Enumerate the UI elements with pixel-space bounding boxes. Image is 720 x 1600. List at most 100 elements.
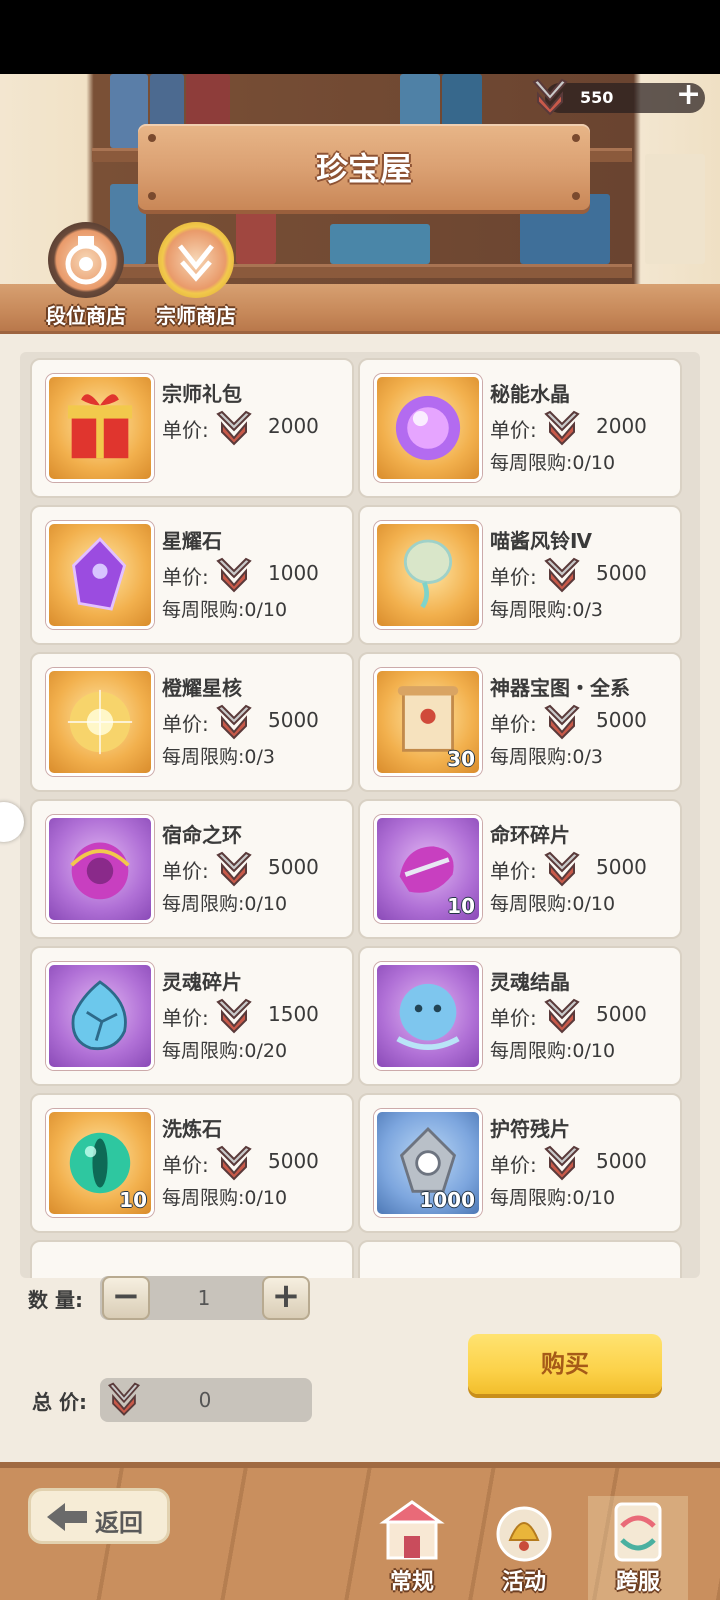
crossed-swords-badge-icon	[542, 851, 582, 887]
crossed-swords-badge-icon	[542, 704, 582, 740]
page-title: 珍宝屋	[315, 150, 412, 188]
nail	[572, 192, 580, 200]
item-price-label: 单价:	[490, 1153, 537, 1177]
item-weekly-limit: 每周限购:0/10	[162, 893, 288, 915]
shop-item-card[interactable]: 灵魂碎片 单价: 1500 每周限购:0/20	[30, 946, 354, 1086]
item-quantity-badge: 30	[447, 747, 475, 771]
item-price-label: 单价:	[490, 712, 537, 736]
item-name: 洗炼石	[162, 1117, 222, 1141]
shop-item-card[interactable]: 30 神器宝图・全系 单价: 5000 每周限购:0/3	[358, 652, 682, 792]
nav-tab-cross-server[interactable]: 跨服	[588, 1496, 688, 1600]
shop-item-card[interactable]: 星耀石 单价: 1000 每周限购:0/10	[30, 505, 354, 645]
item-quantity-badge: 1000	[419, 1188, 475, 1212]
back-arrow-icon	[47, 1503, 87, 1531]
crossed-swords-badge-icon	[214, 1145, 254, 1181]
nail	[572, 134, 580, 142]
shop-item-card[interactable]: 喵酱风铃Ⅳ 单价: 5000 每周限购:0/3	[358, 505, 682, 645]
quantity-value[interactable]: 1	[150, 1286, 258, 1310]
shop-item-card[interactable]: 1000 护符残片 单价: 5000 每周限购:0/10	[358, 1093, 682, 1233]
item-name: 神器宝图・全系	[490, 676, 630, 700]
item-price: 5000	[596, 1002, 647, 1026]
amulet-shard-icon: 1000	[374, 1109, 482, 1217]
crossed-swords-badge-icon	[214, 410, 254, 446]
cross-server-icon	[614, 1502, 662, 1562]
shop-item-card[interactable]: 10 洗炼石 单价: 5000 每周限购:0/10	[30, 1093, 354, 1233]
item-price: 5000	[268, 708, 319, 732]
item-name: 橙耀星核	[162, 676, 242, 700]
item-weekly-limit: 每周限购:0/10	[490, 452, 616, 474]
tab-label: 段位商店	[46, 304, 126, 328]
scroll-map-icon: 30	[374, 668, 482, 776]
master-badge-icon	[158, 222, 234, 298]
item-price: 2000	[268, 414, 319, 438]
nail	[148, 192, 156, 200]
item-weekly-limit: 每周限购:0/3	[162, 746, 275, 768]
item-list[interactable]: 宗师礼包 单价: 2000 秘能水晶 单价: 2000 每周限购:0/10 星耀石 单价: 100…	[20, 352, 700, 1278]
shop-item-card[interactable]: 宗师礼包 单价: 2000	[30, 358, 354, 498]
purple-crystal-icon	[46, 521, 154, 629]
item-price-label: 单价:	[162, 859, 209, 883]
total-price-value: 0	[198, 1388, 212, 1412]
decrease-quantity-button[interactable]: −	[102, 1276, 150, 1320]
wind-chime-icon	[374, 521, 482, 629]
ring-fragment-icon: 10	[374, 815, 482, 923]
item-name: 宿命之环	[162, 823, 242, 847]
item-name: 秘能水晶	[490, 382, 570, 406]
tab-label: 宗师商店	[156, 304, 236, 328]
nav-tab-regular[interactable]: 常规	[362, 1496, 462, 1600]
status-bar	[0, 0, 720, 74]
item-weekly-limit: 每周限购:0/10	[490, 1187, 616, 1209]
item-price-label: 单价:	[490, 565, 537, 589]
quantity-label: 数 量:	[28, 1288, 83, 1312]
item-price-label: 单价:	[162, 712, 209, 736]
shop-item-card[interactable]: 秘能水晶 单价: 2000 每周限购:0/10	[358, 358, 682, 498]
item-price-label: 单价:	[162, 1006, 209, 1030]
crossed-swords-badge-icon	[107, 1382, 141, 1416]
item-price: 5000	[268, 1149, 319, 1173]
item-price: 5000	[596, 561, 647, 585]
soul-crystal-icon	[374, 962, 482, 1070]
item-quantity-badge: 10	[447, 894, 475, 918]
item-name: 宗师礼包	[162, 382, 242, 406]
shop-item-card[interactable]: 10 命环碎片 单价: 5000 每周限购:0/10	[358, 799, 682, 939]
total-price-label: 总 价:	[32, 1390, 87, 1414]
item-price-label: 单价:	[490, 1006, 537, 1030]
shop-item-card[interactable]	[358, 1240, 682, 1278]
item-weekly-limit: 每周限购:0/3	[490, 599, 603, 621]
crossed-swords-badge-icon	[542, 557, 582, 593]
item-name: 命环碎片	[490, 823, 570, 847]
shop-item-card[interactable]: 灵魂结晶 单价: 5000 每周限购:0/10	[358, 946, 682, 1086]
add-currency-button[interactable]: +	[676, 80, 701, 110]
crossed-swords-badge-icon	[532, 78, 568, 116]
item-price: 5000	[596, 855, 647, 879]
crossed-swords-badge-icon	[542, 1145, 582, 1181]
item-weekly-limit: 每周限购:0/20	[162, 1040, 288, 1062]
nav-label: 常规	[389, 1570, 434, 1595]
back-label: 返回	[95, 1509, 143, 1537]
item-weekly-limit: 每周限购:0/10	[162, 599, 288, 621]
item-name: 灵魂碎片	[162, 970, 242, 994]
nav-tab-event[interactable]: 活动	[474, 1496, 574, 1600]
item-price: 5000	[268, 855, 319, 879]
tab-master-shop[interactable]: 宗师商店	[146, 222, 246, 328]
increase-quantity-button[interactable]: +	[262, 1276, 310, 1320]
rank-medal-icon	[48, 222, 124, 298]
shop-item-card[interactable]: 橙耀星核单价: 5000 每周限购:0/3	[30, 652, 354, 792]
title-plank: 珍宝屋	[138, 124, 590, 210]
purple-orb-icon	[374, 374, 482, 482]
paper-rolls	[645, 154, 705, 264]
crossed-swords-badge-icon	[542, 410, 582, 446]
star-core-icon	[46, 668, 154, 776]
item-price: 5000	[596, 708, 647, 732]
crossed-swords-badge-icon	[542, 998, 582, 1034]
item-name: 护符残片	[490, 1117, 570, 1141]
tab-rank-shop[interactable]: 段位商店	[36, 222, 136, 328]
item-name: 星耀石	[162, 529, 222, 553]
shop-item-card[interactable]: 宿命之环单价: 5000 每周限购:0/10	[30, 799, 354, 939]
crossed-swords-badge-icon	[214, 557, 254, 593]
back-button[interactable]: 返回	[28, 1488, 170, 1544]
item-price: 1000	[268, 561, 319, 585]
fate-ring-icon	[46, 815, 154, 923]
buy-button[interactable]: 购买	[468, 1334, 662, 1394]
shop-item-card[interactable]	[30, 1240, 354, 1278]
